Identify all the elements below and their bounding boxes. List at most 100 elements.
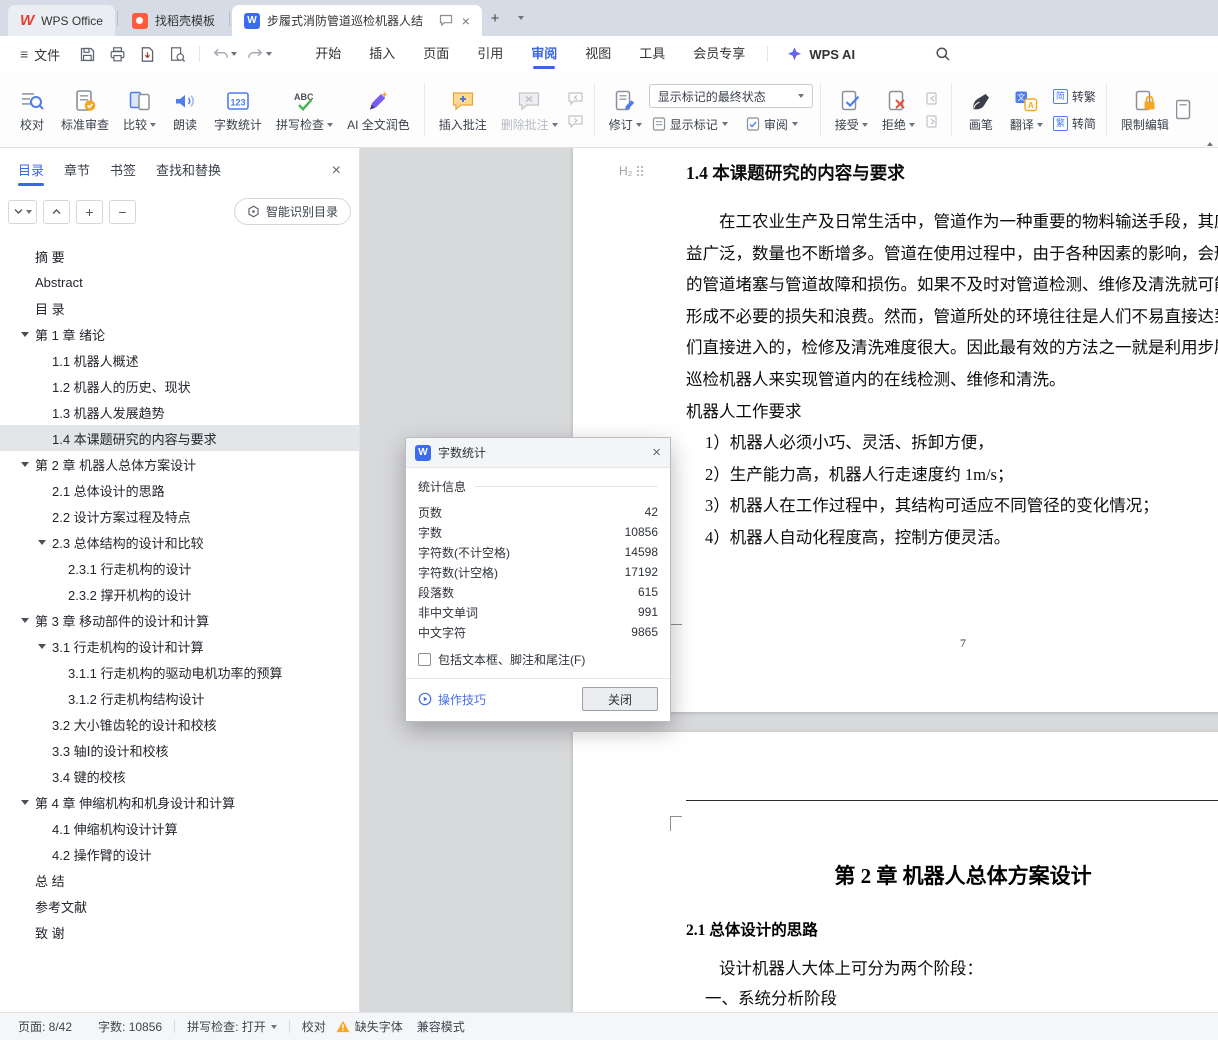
tab-docer-template[interactable]: 找稻壳模板 <box>120 5 227 36</box>
toc-item[interactable]: 致 谢 <box>0 919 359 945</box>
delete-comment-button[interactable]: 删除批注 <box>494 77 565 143</box>
insert-comment-button[interactable]: 插入批注 <box>432 77 494 143</box>
toc-item[interactable]: 第 1 章 绪论 <box>0 321 359 347</box>
dialog-title-bar[interactable]: W 字数统计 × <box>406 438 670 468</box>
menu-item[interactable]: 视图 <box>571 36 625 72</box>
ink-brush-button[interactable]: 画笔 <box>959 77 1003 143</box>
tab-wps-office[interactable]: W WPS Office <box>8 5 115 36</box>
sidebar-tab[interactable]: 章节 <box>64 148 90 194</box>
tab-message-icon[interactable] <box>439 14 453 27</box>
undo-button[interactable] <box>209 46 240 63</box>
new-tab-button[interactable]: + <box>482 5 508 31</box>
smart-identify-toc-button[interactable]: 智能识别目录 <box>233 198 351 225</box>
section-heading[interactable]: 1.4 本课题研究的内容与要求 <box>686 160 905 185</box>
document-text-line[interactable]: 一、系统分析阶段 <box>686 984 983 1012</box>
next-change-icon[interactable] <box>924 113 942 129</box>
dialog-close-button[interactable]: 关闭 <box>582 687 658 711</box>
export-pdf-icon[interactable] <box>134 41 160 67</box>
sidebar-tab[interactable]: 目录 <box>18 148 45 194</box>
toc-item[interactable]: 3.1 行走机构的设计和计算 <box>0 633 359 659</box>
previous-comment-icon[interactable] <box>567 90 585 106</box>
menu-item[interactable]: 会员专享 <box>679 36 759 72</box>
expand-arrow-icon[interactable] <box>38 539 46 545</box>
compat-mode-indicator[interactable]: 兼容模式 <box>417 1018 465 1035</box>
proofread-button[interactable]: 校对 <box>10 77 54 143</box>
menu-item[interactable]: 插入 <box>355 36 409 72</box>
toc-item[interactable]: 目 录 <box>0 295 359 321</box>
toc-item[interactable]: 3.2 大小锥齿轮的设计和校核 <box>0 711 359 737</box>
print-icon[interactable] <box>104 41 130 67</box>
spellcheck-toggle[interactable]: 拼写检查: 打开 <box>187 1018 277 1035</box>
page-indicator[interactable]: 页面: 8/42 <box>18 1018 72 1035</box>
heading-level-marker[interactable]: H₂ <box>619 164 644 178</box>
ribbon-overflow-button[interactable] <box>1175 77 1194 143</box>
wps-ai-button[interactable]: WPS AI <box>776 46 865 63</box>
translate-button[interactable]: 文A 翻译 <box>1003 77 1050 143</box>
checkbox-icon[interactable] <box>418 653 431 666</box>
section-subheading[interactable]: 2.1 总体设计的思路 <box>686 918 818 940</box>
word-count-button[interactable]: 123 字数统计 <box>207 77 269 143</box>
document-text-line[interactable]: 2）生产能力高，机器人行走速度约 1m/s； <box>686 459 1218 491</box>
document-text-line[interactable]: 机器人工作要求 <box>686 396 1218 428</box>
restrict-editing-button[interactable]: 限制编辑 <box>1114 77 1176 143</box>
show-markup-button[interactable]: 显示标记 <box>649 113 731 135</box>
save-icon[interactable] <box>74 41 100 67</box>
tab-list-caret[interactable] <box>508 5 534 31</box>
document-text-line[interactable]: 1）机器人必须小巧、灵活、拆卸方便， <box>686 427 1218 459</box>
toc-item[interactable]: 3.3 轴Ⅰ的设计和校核 <box>0 737 359 763</box>
toc-item[interactable]: 2.3.2 撑开机构的设计 <box>0 581 359 607</box>
toc-item[interactable]: 1.2 机器人的历史、现状 <box>0 373 359 399</box>
toc-item[interactable]: 1.4 本课题研究的内容与要求 <box>0 425 359 451</box>
toc-item[interactable]: 3.1.1 行走机构的驱动电机功率的预算 <box>0 659 359 685</box>
to-traditional-button[interactable]: 简 转繁 <box>1050 85 1099 107</box>
word-count-indicator[interactable]: 字数: 10856 <box>98 1018 162 1035</box>
undo-caret-icon[interactable] <box>231 52 238 56</box>
expand-arrow-icon[interactable] <box>21 617 29 623</box>
tips-link[interactable]: 操作技巧 <box>418 691 486 708</box>
document-text-line[interactable]: 的管道堵塞与管道故障和损伤。如果不及时对管道检测、维修及清洗就可能会 <box>686 269 1218 301</box>
toc-item[interactable]: 2.1 总体设计的思路 <box>0 477 359 503</box>
toc-item[interactable]: 3.4 键的校核 <box>0 763 359 789</box>
accept-change-button[interactable]: 接受 <box>828 77 875 143</box>
tab-close-icon[interactable]: × <box>462 13 470 29</box>
toc-item[interactable]: 3.1.2 行走机构结构设计 <box>0 685 359 711</box>
toc-item[interactable]: 第 2 章 机器人总体方案设计 <box>0 451 359 477</box>
sidebar-tab[interactable]: 查找和替换 <box>156 148 221 194</box>
document-text-line[interactable]: 巡检机器人来实现管道内的在线检测、维修和清洗。 <box>686 364 1218 396</box>
file-menu-button[interactable]: ≡ 文件 <box>10 45 70 64</box>
proofread-indicator[interactable]: 校对 <box>302 1018 326 1035</box>
toc-item[interactable]: 摘 要 <box>0 243 359 269</box>
document-body-text[interactable]: 设计机器人大体上可分为两个阶段： 一、系统分析阶段 <box>686 954 983 1012</box>
ai-polish-button[interactable]: AI 全文润色 <box>340 77 417 143</box>
document-text-line[interactable]: 们直接进入的，检修及清洗难度很大。因此最有效的方法之一就是利用步履式 <box>686 332 1218 364</box>
toc-item[interactable]: Abstract <box>0 269 359 295</box>
read-aloud-button[interactable]: 朗读 <box>163 77 207 143</box>
menu-item[interactable]: 页面 <box>409 36 463 72</box>
dialog-close-icon[interactable]: × <box>652 444 661 461</box>
tab-active-document[interactable]: W 步履式消防管道巡检机器人结 × <box>231 5 482 36</box>
compare-button[interactable]: 比较 <box>116 77 163 143</box>
toc-scroll-up-button[interactable] <box>43 199 70 224</box>
document-text-line[interactable]: 益广泛，数量也不断增多。管道在使用过程中，由于各种因素的影响，会形 <box>686 238 1218 270</box>
collapse-ribbon-button[interactable] <box>1207 125 1213 146</box>
redo-caret-icon[interactable] <box>266 52 273 56</box>
toc-item[interactable]: 4.1 伸缩机构设计计算 <box>0 815 359 841</box>
toc-item[interactable]: 1.3 机器人发展趋势 <box>0 399 359 425</box>
document-text-line[interactable]: 形成不必要的损失和浪费。然而，管道所处的环境往往是人们不易直接达到或 <box>686 301 1218 333</box>
document-text-line[interactable]: 4）机器人自动化程度高，控制方便灵活。 <box>686 522 1218 554</box>
redo-button[interactable] <box>244 46 275 63</box>
menu-item[interactable]: 审阅 <box>517 36 571 72</box>
menu-item[interactable]: 开始 <box>301 36 355 72</box>
toc-item[interactable]: 4.2 操作臂的设计 <box>0 841 359 867</box>
expand-arrow-icon[interactable] <box>21 331 29 337</box>
toc-item[interactable]: 2.3 总体结构的设计和比较 <box>0 529 359 555</box>
track-changes-button[interactable]: 修订 <box>602 77 649 143</box>
toc-item[interactable]: 第 3 章 移动部件的设计和计算 <box>0 607 359 633</box>
sidebar-tab[interactable]: 书签 <box>110 148 136 194</box>
toc-item[interactable]: 2.3.1 行走机构的设计 <box>0 555 359 581</box>
markup-state-select[interactable]: 显示标记的最终状态 <box>648 84 813 108</box>
previous-change-icon[interactable] <box>924 90 942 106</box>
document-text-line[interactable]: 设计机器人大体上可分为两个阶段： <box>686 954 983 984</box>
document-text-line[interactable]: 在工农业生产及日常生活中，管道作为一种重要的物料输送手段，其应 <box>686 206 1218 238</box>
document-body-text[interactable]: 在工农业生产及日常生活中，管道作为一种重要的物料输送手段，其应 益广泛，数量也不断… <box>686 206 1218 554</box>
